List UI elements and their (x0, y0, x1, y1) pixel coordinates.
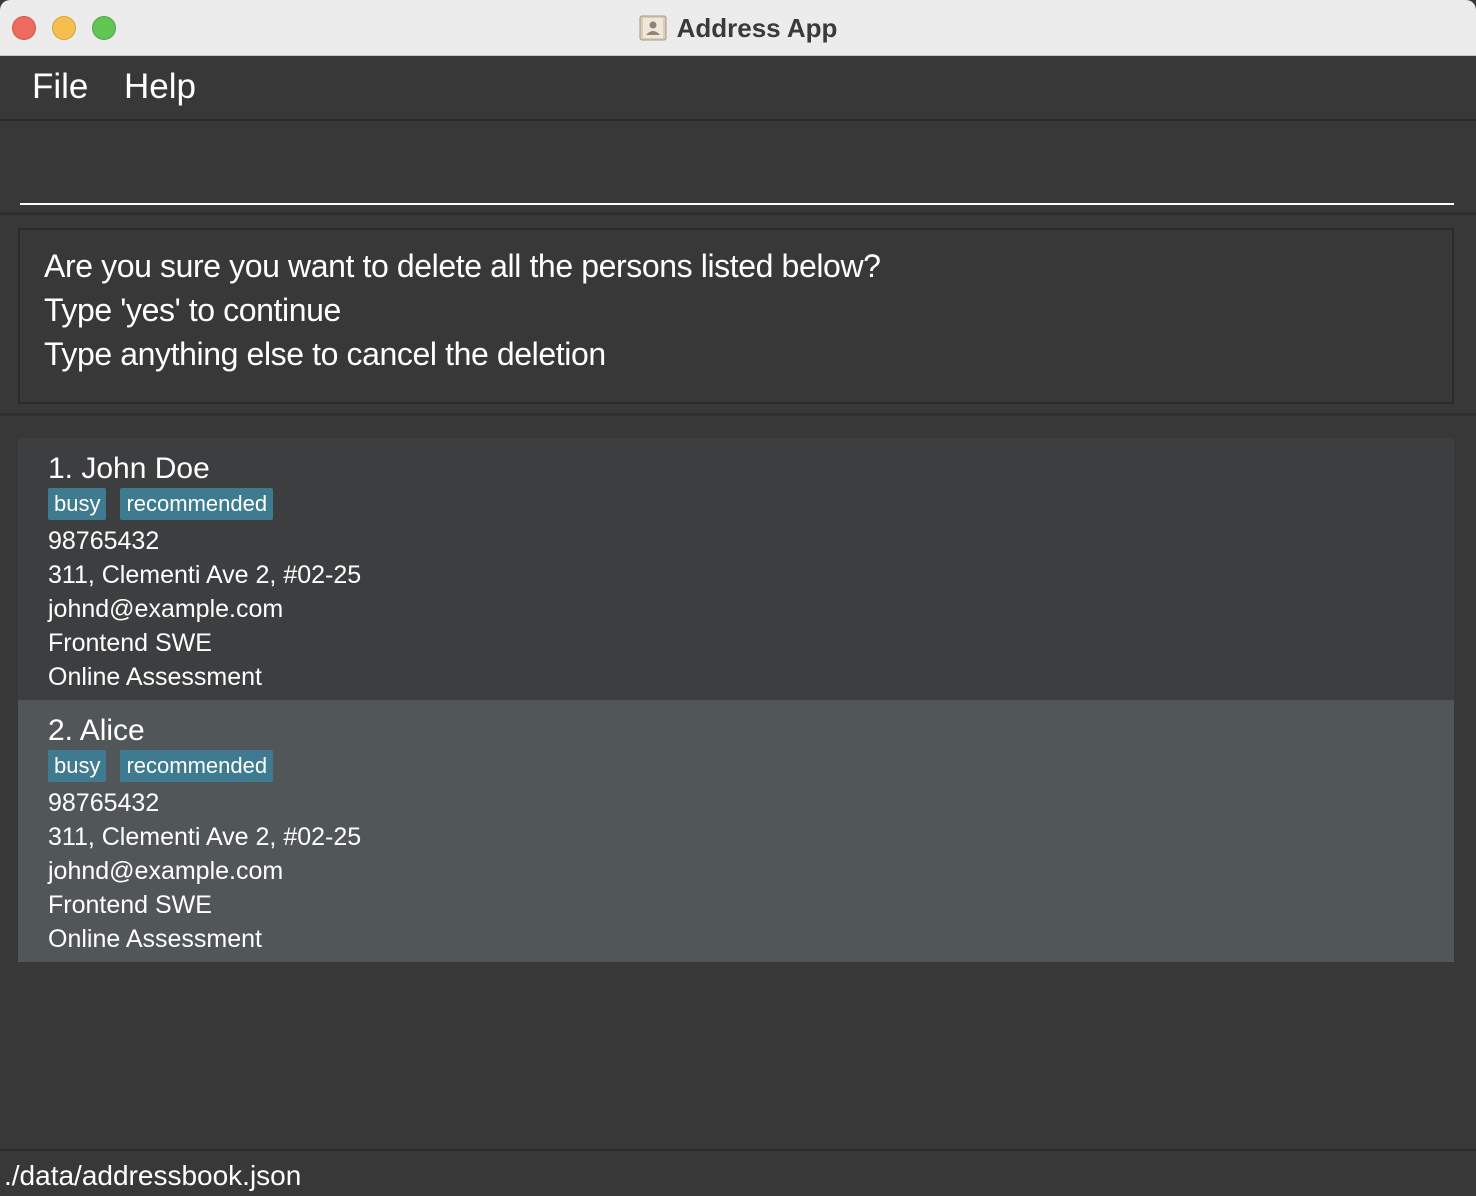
person-card-selected[interactable]: 2. Alice busy recommended 98765432 311, … (18, 700, 1454, 962)
command-box (0, 123, 1476, 215)
person-stage: Online Assessment (48, 663, 262, 691)
person-address: 311, Clementi Ave 2, #02-25 (48, 561, 362, 589)
person-role: Frontend SWE (48, 629, 212, 657)
status-bar: ./data/addressbook.json (0, 1149, 1476, 1196)
person-address: 311, Clementi Ave 2, #02-25 (48, 823, 362, 851)
result-line: Type 'yes' to continue (44, 292, 341, 328)
person-phone: 98765432 (48, 789, 160, 817)
person-email: johnd@example.com (48, 595, 284, 623)
result-line: Are you sure you want to delete all the … (44, 248, 881, 284)
result-line: Type anything else to cancel the deletio… (44, 336, 606, 372)
person-tags: busy recommended (48, 488, 1424, 520)
address-book-icon (639, 15, 667, 41)
person-phone: 98765432 (48, 527, 160, 555)
tag-busy: busy (48, 488, 107, 520)
save-location-path: ./data/addressbook.json (4, 1160, 302, 1191)
tag-recommended: recommended (120, 488, 274, 520)
person-name: 2. Alice (48, 714, 145, 747)
person-email: johnd@example.com (48, 857, 284, 885)
person-name: 1. John Doe (48, 452, 210, 485)
result-display-area: Are you sure you want to delete all the … (0, 218, 1476, 416)
tag-recommended: recommended (120, 750, 274, 782)
person-card[interactable]: 1. John Doe busy recommended 98765432 31… (18, 438, 1454, 700)
result-display: Are you sure you want to delete all the … (18, 228, 1454, 404)
window-title: Address App (676, 12, 838, 43)
menu-help[interactable]: Help (120, 67, 200, 107)
person-stage: Online Assessment (48, 925, 262, 953)
title-bar: Address App (0, 0, 1476, 56)
person-tags: busy recommended (48, 750, 1424, 782)
menu-bar: File Help (0, 57, 1476, 121)
window-title-group: Address App (0, 0, 1476, 56)
menu-file[interactable]: File (28, 67, 92, 107)
command-input[interactable] (20, 143, 1454, 205)
person-list[interactable]: 1. John Doe busy recommended 98765432 31… (0, 419, 1476, 1148)
person-role: Frontend SWE (48, 891, 212, 919)
tag-busy: busy (48, 750, 107, 782)
